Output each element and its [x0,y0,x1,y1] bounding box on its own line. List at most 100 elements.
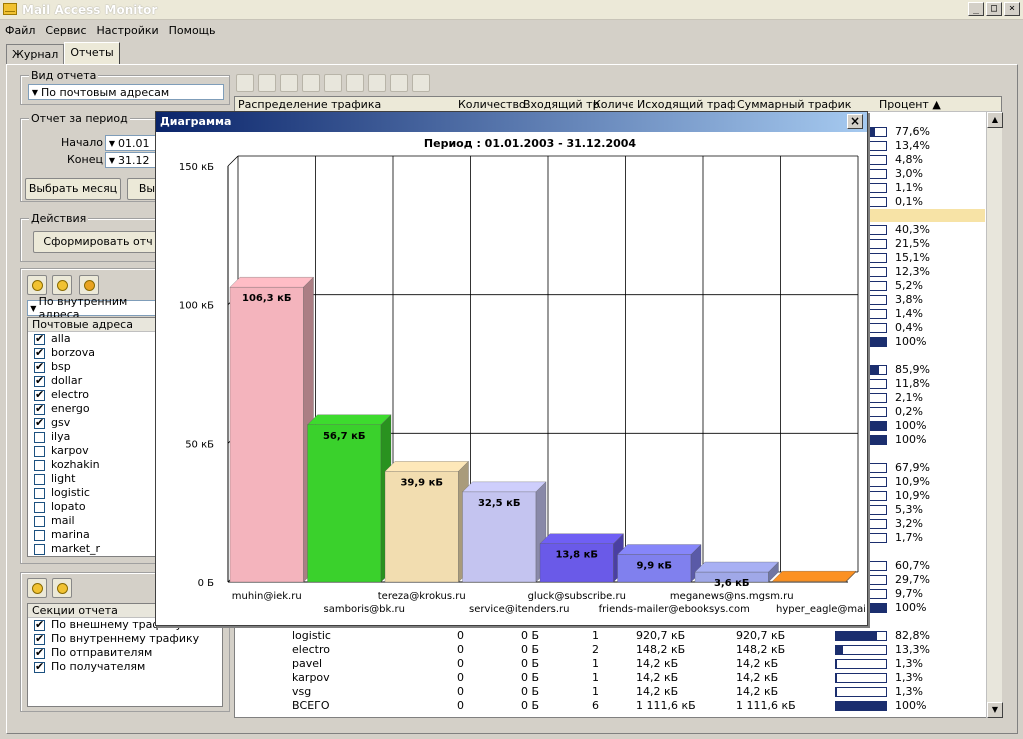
scroll-down-icon[interactable]: ▼ [987,702,1003,718]
close-icon[interactable]: × [847,114,863,129]
cell-in: 0 Б [521,657,540,670]
menu-service[interactable]: Сервис [40,21,91,41]
cell-out: 14,2 кБ [636,671,679,684]
checkbox[interactable] [34,543,45,555]
percent-text: 100% [895,699,927,712]
checkbox[interactable] [34,402,45,416]
select-month-button[interactable]: Выбрать месяц [25,178,121,200]
col-total[interactable]: Суммарный трафик [737,98,851,111]
report-type-combo[interactable]: ▼ По почтовым адресам [28,84,224,100]
window-controls: _ □ × [968,2,1020,16]
checkbox[interactable] [34,660,45,674]
percent-cell: 13,3% [835,643,965,657]
menu-settings[interactable]: Настройки [92,21,164,41]
data-label: 13,8 кБ [555,550,598,561]
checkbox[interactable] [34,618,45,632]
address-item[interactable]: light [28,472,156,486]
col-incoming[interactable]: Входящий тр [523,98,600,111]
address-item-label: karpov [51,444,89,457]
percent-text: 1,1% [895,181,923,194]
address-item[interactable]: karpov [28,444,156,458]
address-item[interactable]: marina [28,528,156,542]
checkbox[interactable] [34,632,45,646]
data-label: 9,9 кБ [636,561,672,572]
percent-bar-fill [836,646,843,654]
percent-bar [835,673,887,683]
address-item[interactable]: dollar [28,374,156,388]
address-item[interactable]: electro [28,388,156,402]
address-item[interactable]: lopato [28,500,156,514]
check-all-icon[interactable] [27,578,47,598]
percent-text: 85,9% [895,363,930,376]
menu-file[interactable]: Файл [0,21,40,41]
export-icon[interactable] [390,74,408,92]
checkbox[interactable] [34,431,45,443]
checkbox[interactable] [34,374,45,388]
percent-text: 11,8% [895,377,930,390]
section-item[interactable]: По отправителям [28,646,222,660]
section-item[interactable]: По внутреннему трафику [28,632,222,646]
menu-help[interactable]: Помощь [164,21,221,41]
gridline-side [227,155,239,167]
checkbox[interactable] [34,346,45,360]
mail-icon [3,3,17,15]
address-item[interactable]: mail [28,514,156,528]
col-count2[interactable]: Количес [593,98,633,111]
vertical-scrollbar[interactable]: ▲ ▼ [986,112,1003,718]
tab-journal[interactable]: Журнал [6,44,65,64]
scroll-up-icon[interactable]: ▲ [987,112,1003,128]
section-item[interactable]: По получателям [28,660,222,674]
address-item[interactable]: market_r [28,542,156,556]
document-icon[interactable] [280,74,298,92]
back-icon[interactable] [236,74,254,92]
address-item[interactable]: gsv [28,416,156,430]
bar-top [617,544,702,555]
traffic-combo[interactable]: ▼ По внутренним адреса [27,295,157,321]
minimize-button[interactable]: _ [968,2,984,16]
checkbox[interactable] [34,646,45,660]
save-icon[interactable] [346,74,364,92]
cell-sum: 14,2 кБ [736,657,779,670]
checkbox[interactable] [34,332,45,346]
checkbox[interactable] [34,473,45,485]
form-report-button[interactable]: Сформировать отч [33,231,163,253]
address-item[interactable]: ilya [28,430,156,444]
checkbox[interactable] [34,445,45,457]
section-item-label: По отправителям [51,646,153,659]
col-count[interactable]: Количество [458,98,526,111]
image-icon[interactable] [302,74,320,92]
close-button[interactable]: × [1004,2,1020,16]
percent-bar-fill [836,688,837,696]
checkbox[interactable] [34,459,45,471]
percent-text: 12,3% [895,265,930,278]
col-percent[interactable]: Процент ▲ [879,98,941,111]
group-icon[interactable] [79,275,99,295]
address-item[interactable]: alla [28,332,156,346]
uncheck-all-icon[interactable] [52,578,72,598]
address-item[interactable]: energo [28,402,156,416]
address-item[interactable]: kozhakin [28,458,156,472]
maximize-button[interactable]: □ [986,2,1002,16]
checkbox[interactable] [34,515,45,527]
col-outgoing[interactable]: Исходящий трафик [637,98,735,111]
print-icon[interactable] [368,74,386,92]
col-distribution[interactable]: Распределение трафика [238,98,381,111]
checkbox[interactable] [34,416,45,430]
uncheck-all-icon[interactable] [52,275,72,295]
address-item[interactable]: logistic [28,486,156,500]
checkbox[interactable] [34,529,45,541]
checkbox[interactable] [34,487,45,499]
address-item[interactable]: bsp [28,360,156,374]
check-all-icon[interactable] [27,275,47,295]
checkbox[interactable] [34,388,45,402]
forward-icon[interactable] [258,74,276,92]
checkbox[interactable] [34,360,45,374]
checkbox[interactable] [34,501,45,513]
tab-reports[interactable]: Отчеты [64,42,120,64]
bar-top [229,277,314,288]
cell-n: 6 [592,699,599,712]
pie-chart-icon[interactable] [324,74,342,92]
search-icon[interactable] [412,74,430,92]
address-item[interactable]: borzova [28,346,156,360]
percent-text: 67,9% [895,461,930,474]
